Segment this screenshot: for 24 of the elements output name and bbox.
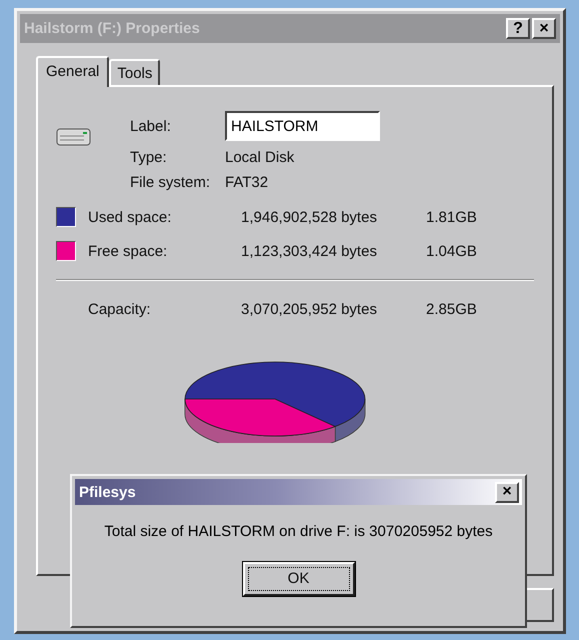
- drive-icon: [56, 127, 92, 147]
- ok-button[interactable]: OK: [242, 562, 354, 596]
- space-bytes: 1,946,902,528 bytes: [241, 208, 378, 226]
- space-caption: Used space:: [88, 208, 172, 226]
- space-bytes: 1,123,303,424 bytes: [241, 242, 378, 260]
- info-caption: File system:: [130, 174, 212, 191]
- info-value: Local Disk: [225, 149, 296, 166]
- capacity-size: 2.85GB: [426, 300, 477, 318]
- label-caption: Label:: [130, 118, 172, 134]
- dialog-title: Pfilesys: [79, 484, 136, 500]
- tab[interactable]: General: [36, 56, 110, 87]
- space-size: 1.81GB: [426, 208, 477, 226]
- info-caption: Type:: [130, 149, 168, 166]
- close-button[interactable]: ×: [495, 482, 519, 502]
- space-caption: Free space:: [88, 242, 168, 260]
- capacity-bytes: 3,070,205,952 bytes: [241, 300, 378, 318]
- close-button[interactable]: ×: [532, 18, 556, 39]
- label-field[interactable]: HAILSTORM: [225, 111, 380, 141]
- dialog-message: Total size of HAILSTORM on drive F: is 3070205952 bytes: [103, 523, 494, 540]
- space-size: 1.04GB: [426, 242, 477, 260]
- info-value: FAT32: [225, 174, 270, 191]
- capacity-caption: Capacity:: [88, 300, 152, 318]
- help-button[interactable]: ?: [506, 18, 530, 39]
- tab[interactable]: Tools: [109, 59, 160, 85]
